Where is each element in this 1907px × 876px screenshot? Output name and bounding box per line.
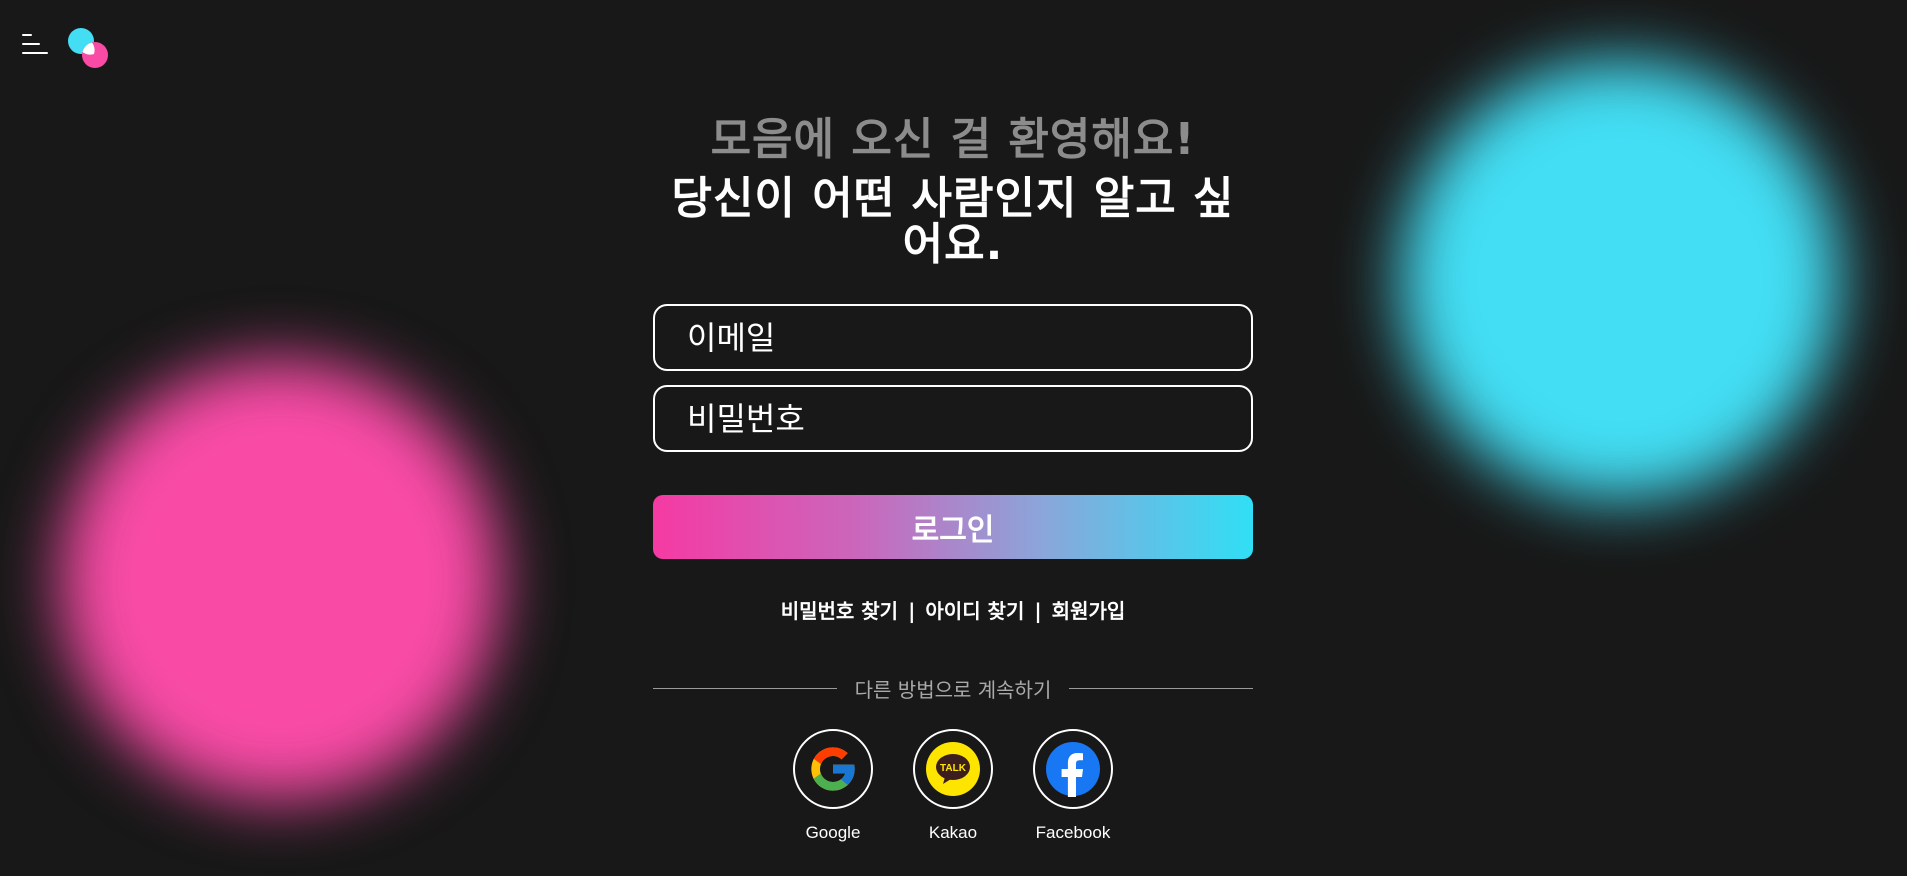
kakao-label: Kakao [928,823,978,842]
login-page: 모음에 오신 걸 환영해요! 당신이 어떤 사람인지 알고 싶어요. 로그인 비… [0,0,1907,876]
hamburger-menu-icon[interactable] [22,34,48,56]
facebook-label: Facebook [1035,823,1111,842]
login-form: 모음에 오신 걸 환영해요! 당신이 어떤 사람인지 알고 싶어요. 로그인 비… [653,110,1253,843]
account-links: 비밀번호 찾기 | 아이디 찾기 | 회원가입 [653,595,1253,624]
kakao-badge-text: TALK [940,763,967,774]
divider-line-right [1069,688,1253,689]
google-login-button[interactable]: Google [793,729,873,843]
social-login: Google TALK Kakao Facebook [653,729,1253,843]
divider-text: 다른 방법으로 계속하기 [854,678,1052,702]
email-input[interactable] [685,317,1221,358]
login-button[interactable]: 로그인 [653,495,1253,559]
google-label: Google [805,823,861,842]
welcome-heading: 모음에 오신 걸 환영해요! [710,114,1196,165]
email-field[interactable] [653,304,1253,371]
divider-line-left [653,688,837,689]
logo-icon[interactable] [66,26,110,70]
header [0,0,1907,90]
password-field[interactable] [653,385,1253,452]
find-password-link[interactable]: 비밀번호 찾기 [781,599,898,623]
divider: 다른 방법으로 계속하기 [653,674,1253,703]
password-input[interactable] [685,398,1221,439]
facebook-icon[interactable] [1033,729,1113,809]
find-id-link[interactable]: 아이디 찾기 [925,599,1024,623]
welcome-subtitle: 당신이 어떤 사람인지 알고 싶어요. [671,173,1235,270]
signup-link[interactable]: 회원가입 [1052,599,1126,623]
link-separator: | [908,599,916,623]
facebook-login-button[interactable]: Facebook [1033,729,1113,843]
cyan-blob-decoration [1400,60,1840,500]
kakao-talk-icon[interactable]: TALK [913,729,993,809]
google-icon[interactable] [793,729,873,809]
kakao-login-button[interactable]: TALK Kakao [913,729,993,843]
pink-blob-decoration [60,360,500,800]
link-separator: | [1034,599,1042,623]
